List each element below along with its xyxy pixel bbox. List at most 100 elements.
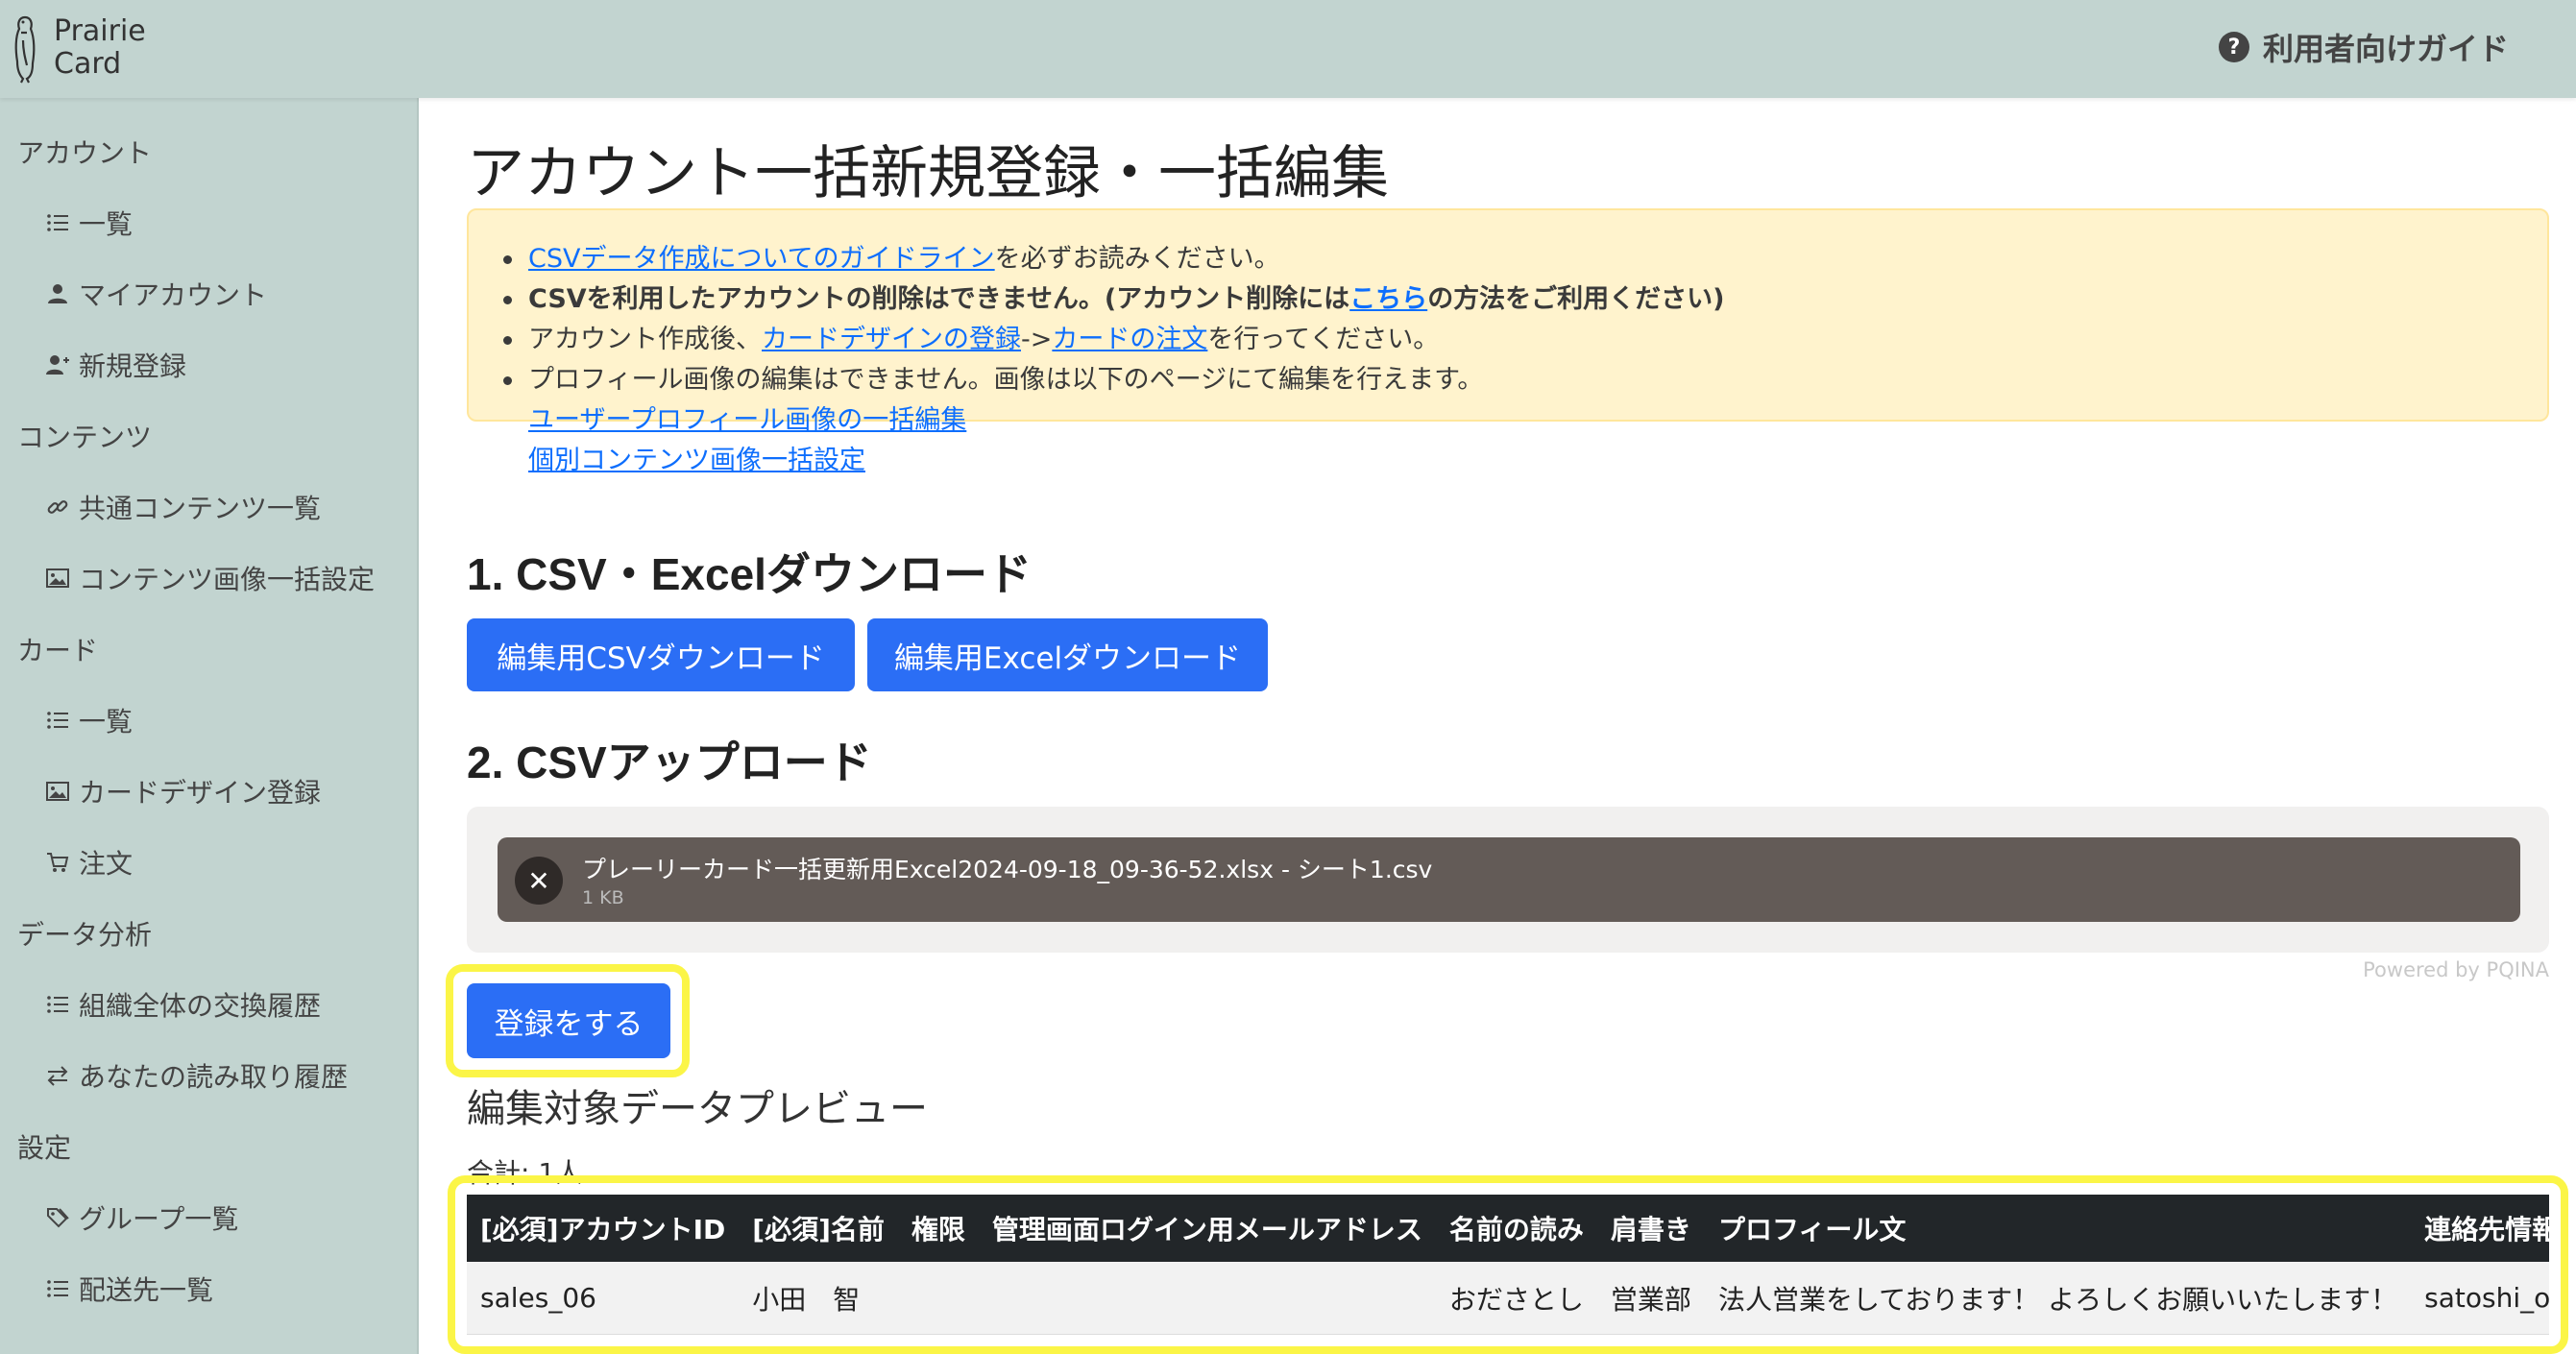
- list-icon: [44, 209, 71, 236]
- notice-text: CSVを利用したアカウントの削除はできません。(アカウント削除には: [528, 284, 1350, 314]
- sidebar-item-order[interactable]: 注文: [44, 843, 133, 882]
- tags-icon: [44, 1204, 71, 1231]
- page-title: アカウント一括新規登録・一括編集: [467, 140, 1389, 207]
- list-icon: [44, 707, 71, 734]
- sidebar-item-label: 注文: [79, 848, 134, 880]
- sidebar-item-my-account[interactable]: マイアカウント: [44, 275, 267, 313]
- person-add-icon: [44, 351, 71, 378]
- notice-list: CSVデータ作成についてのガイドラインを必ずお読みください。 CSVを利用したア…: [503, 239, 1725, 481]
- sidebar-item-label: カードデザイン登録: [79, 777, 322, 809]
- sidebar-item-content-images[interactable]: コンテンツ画像一括設定: [44, 559, 375, 597]
- section-upload-title: 2. CSVアップロード: [467, 737, 872, 787]
- column-header: [必須]名前: [739, 1195, 898, 1262]
- preview-table: [必須]アカウントID [必須]名前 権限 管理画面ログイン用メールアドレス 名…: [467, 1195, 2549, 1335]
- card-order-link[interactable]: カードの注文: [1052, 325, 1207, 354]
- table-cell: おださとし: [1435, 1262, 1597, 1335]
- column-header: 管理画面ログイン用メールアドレス: [978, 1195, 1436, 1262]
- preview-title: 編集対象データプレビュー: [467, 1087, 928, 1131]
- sidebar-item-your-read-history[interactable]: あなたの読み取り履歴: [44, 1056, 348, 1095]
- column-header: プロフィール文: [1704, 1195, 2412, 1262]
- prairie-card-logo[interactable]: Prairie Card: [12, 10, 146, 86]
- sidebar-section-account: アカウント: [17, 137, 153, 169]
- sidebar-item-card-design[interactable]: カードデザイン登録: [44, 772, 321, 810]
- content-image-bulk-setting-link[interactable]: 個別コンテンツ画像一括設定: [528, 446, 865, 475]
- question-icon: ?: [2218, 32, 2249, 62]
- logo-line1: Prairie: [54, 14, 146, 48]
- column-header: 連絡先情報: [2411, 1195, 2549, 1262]
- notice-item: 個別コンテンツ画像一括設定: [528, 441, 1725, 481]
- table-cell: [897, 1262, 979, 1335]
- notice-text: を必ずお読みください。: [994, 244, 1280, 274]
- sidebar-item-label: 一覧: [79, 706, 134, 737]
- sidebar-item-org-exchange-history[interactable]: 組織全体の交換履歴: [44, 985, 321, 1024]
- table-cell: sales_06: [467, 1262, 740, 1335]
- link-icon: [44, 494, 71, 520]
- file-name: プレーリーカード一括更新用Excel2024-09-18_09-36-52.xl…: [582, 856, 1433, 883]
- notice-text: アカウント作成後、: [528, 325, 762, 354]
- uploaded-file-item: ✕ プレーリーカード一括更新用Excel2024-09-18_09-36-52.…: [498, 837, 2520, 922]
- excel-download-button[interactable]: 編集用Excelダウンロード: [867, 618, 1268, 691]
- table-row: sales_06 小田 智 おださとし 営業部 法人営業をしております！ よろし…: [467, 1262, 2549, 1335]
- sidebar-item-group-list[interactable]: グループ一覧: [44, 1198, 238, 1237]
- notice-box: CSVデータ作成についてのガイドラインを必ずお読みください。 CSVを利用したア…: [467, 208, 2549, 475]
- sidebar-item-new-registration[interactable]: 新規登録: [44, 346, 186, 384]
- cart-icon: [44, 849, 71, 876]
- close-icon: ✕: [527, 864, 550, 897]
- notice-item: プロフィール画像の編集はできません。画像は以下のページにて編集を行えます。: [503, 360, 1725, 400]
- sidebar-item-card-list[interactable]: 一覧: [44, 701, 133, 739]
- sidebar-item-label: 共通コンテンツ一覧: [79, 493, 322, 524]
- notice-item: アカウント作成後、カードデザインの登録->カードの注文を行ってください。: [503, 320, 1725, 360]
- sidebar-section-settings: 設定: [17, 1132, 72, 1164]
- file-upload-area[interactable]: ✕ プレーリーカード一括更新用Excel2024-09-18_09-36-52.…: [467, 807, 2549, 953]
- sidebar-item-label: あなたの読み取り履歴: [79, 1061, 349, 1093]
- sidebar-item-shared-contents[interactable]: 共通コンテンツ一覧: [44, 488, 321, 526]
- table-header-row: [必須]アカウントID [必須]名前 権限 管理画面ログイン用メールアドレス 名…: [467, 1195, 2549, 1262]
- card-design-registration-link[interactable]: カードデザインの登録: [762, 325, 1021, 354]
- user-guide-link[interactable]: ? 利用者向けガイド: [2218, 23, 2509, 71]
- preview-table-container[interactable]: [必須]アカウントID [必須]名前 権限 管理画面ログイン用メールアドレス 名…: [467, 1195, 2549, 1335]
- account-delete-method-link[interactable]: こちら: [1349, 284, 1427, 314]
- top-header: Prairie Card ? 利用者向けガイド: [0, 0, 2576, 98]
- sidebar-item-account-list[interactable]: 一覧: [44, 204, 133, 242]
- notice-text: プロフィール画像の編集はできません。画像は以下のページにて編集を行えます。: [528, 365, 1484, 395]
- sidebar-item-label: 一覧: [79, 208, 134, 240]
- sidebar-item-label: 新規登録: [79, 351, 187, 382]
- table-cell: 営業部: [1596, 1262, 1705, 1335]
- sidebar-section-contents: コンテンツ: [17, 422, 153, 453]
- list-icon: [44, 991, 71, 1018]
- sidebar-item-label: グループ一覧: [79, 1203, 239, 1235]
- powered-by-label: Powered by PQINA: [2363, 958, 2549, 981]
- file-size: 1 KB: [582, 887, 624, 908]
- user-guide-label: 利用者向けガイド: [2262, 31, 2509, 67]
- sidebar-item-delivery-list[interactable]: 配送先一覧: [44, 1269, 213, 1308]
- notice-text: ->: [1021, 325, 1053, 354]
- column-header: 名前の読み: [1435, 1195, 1597, 1262]
- notice-text: を行ってください。: [1207, 325, 1440, 354]
- prairie-dog-logo-icon: [14, 15, 36, 84]
- table-cell: 法人営業をしております！ よろしくお願いいたします！: [1704, 1262, 2412, 1335]
- profile-image-bulk-edit-link[interactable]: ユーザープロフィール画像の一括編集: [528, 405, 966, 435]
- sidebar-item-label: コンテンツ画像一括設定: [79, 564, 376, 595]
- remove-file-button[interactable]: ✕: [515, 857, 563, 905]
- image-icon: [44, 778, 71, 805]
- notice-item: ユーザープロフィール画像の一括編集: [528, 400, 1725, 441]
- column-header: [必須]アカウントID: [467, 1195, 740, 1262]
- sidebar-item-label: 組織全体の交換履歴: [79, 990, 322, 1022]
- notice-item: CSVを利用したアカウントの削除はできません。(アカウント削除にはこちらの方法を…: [503, 279, 1725, 320]
- notice-text: の方法をご利用ください): [1427, 284, 1725, 314]
- csv-guideline-link[interactable]: CSVデータ作成についてのガイドライン: [528, 244, 995, 274]
- table-cell: [978, 1262, 1436, 1335]
- csv-download-button[interactable]: 編集用CSVダウンロード: [467, 618, 855, 691]
- main-content: アカウント一括新規登録・一括編集 CSVデータ作成についてのガイドラインを必ずお…: [419, 98, 2576, 1354]
- exchange-arrows-icon: [44, 1062, 71, 1089]
- sidebar-item-label: 配送先一覧: [79, 1274, 214, 1306]
- sidebar-section-analytics: データ分析: [17, 919, 153, 951]
- column-header: 権限: [897, 1195, 979, 1262]
- image-icon: [44, 565, 71, 592]
- table-cell: satoshi_oda: [2411, 1262, 2549, 1335]
- person-icon: [44, 280, 71, 307]
- logo-line2: Card: [54, 47, 122, 81]
- list-icon: [44, 1275, 71, 1302]
- sidebar-section-card: カード: [17, 635, 99, 666]
- register-button[interactable]: 登録をする: [467, 983, 670, 1058]
